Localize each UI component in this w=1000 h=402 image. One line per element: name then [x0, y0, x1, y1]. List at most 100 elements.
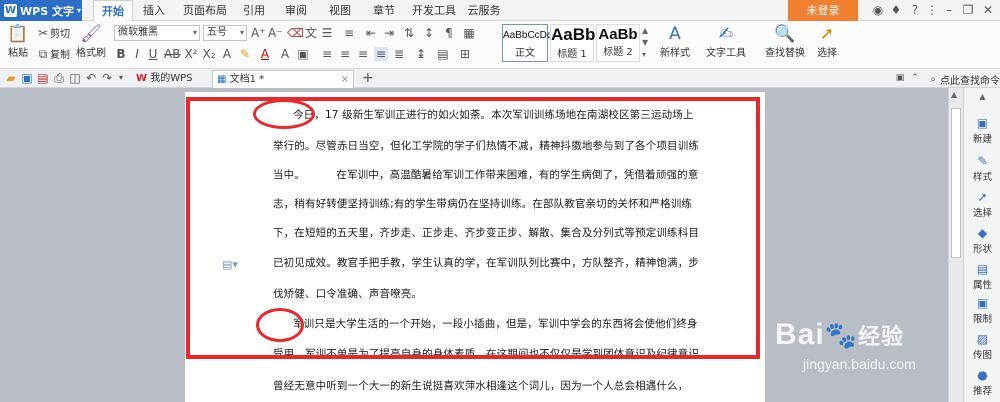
font-name-select[interactable]: 微软雅黑 ▾: [114, 25, 200, 41]
text-tools-button[interactable]: ✍ 文字工具: [704, 24, 748, 59]
document-page[interactable]: 今日，17 级新生军训正进行的如火如荼。本次军训训练场地在南湖校区第三运动场上 …: [185, 92, 765, 402]
tab-references[interactable]: 引用: [240, 0, 268, 21]
highlight-icon[interactable]: ✎: [238, 47, 252, 61]
align-right-icon[interactable]: ≡: [356, 47, 370, 61]
grow-font-icon[interactable]: A⁺: [251, 26, 266, 40]
login-button[interactable]: 未登录: [788, 0, 858, 21]
format-painter-label: 格式刷: [76, 48, 106, 59]
taskpane-styles[interactable]: ✎ 样式: [964, 154, 1000, 183]
underline-icon[interactable]: U: [146, 47, 160, 61]
taskpane-label: 属性: [972, 280, 992, 291]
style-normal[interactable]: AaBbCcDd 正文: [502, 24, 552, 62]
redo-icon[interactable]: ↷: [100, 71, 114, 85]
quick-access-bar: ▰ ▣ ▤ ⎙ ◫ ↶ ↷ ▾ W 我的WPS × ▦ 文档1 * × + ▣ …: [0, 69, 1000, 101]
borders-icon[interactable]: ▦: [462, 26, 476, 40]
app-menu-button[interactable]: W WPS 文字 ▾: [0, 0, 82, 21]
image-icon: ▨: [976, 332, 989, 346]
taskpane-select[interactable]: ➚ 选择: [964, 190, 1000, 219]
taskpane-shapes[interactable]: ◆ 形状: [964, 226, 1000, 255]
options-icon[interactable]: ⋮: [924, 2, 940, 18]
chevron-down-icon[interactable]: ▾: [114, 71, 128, 85]
minimize-icon[interactable]: –: [941, 2, 957, 18]
bold-icon[interactable]: B: [114, 47, 128, 61]
justify-icon[interactable]: ≡: [374, 47, 388, 61]
strikethrough-icon[interactable]: AB: [164, 47, 180, 61]
tab-developer[interactable]: 开发工具: [412, 0, 456, 21]
new-style-button[interactable]: A 新样式: [656, 24, 694, 59]
pinyin-icon[interactable]: 文: [304, 26, 318, 40]
text-effect-icon[interactable]: A: [220, 47, 234, 61]
tab-list-icon[interactable]: ▣: [893, 71, 907, 85]
tshirt-icon[interactable]: ♦: [888, 2, 904, 18]
find-replace-label: 查找替换: [765, 48, 805, 59]
char-border-icon[interactable]: A: [278, 47, 292, 61]
ribbon-toolbar: 📋 粘贴 ✂ 剪切 ⧉ 复制 🖌 格式刷 微软雅黑 ▾ 五号 ▾ A⁺ A⁻ ⌫…: [0, 21, 1000, 69]
font-color-icon[interactable]: A: [258, 47, 272, 61]
restore-icon[interactable]: ❐: [960, 2, 976, 18]
distribute-icon[interactable]: ≣: [392, 47, 406, 61]
tab-review[interactable]: 审阅: [282, 0, 310, 21]
tab-section[interactable]: 章节: [370, 0, 398, 21]
italic-icon[interactable]: I: [130, 47, 144, 61]
taskpane-properties[interactable]: ▤ 属性: [964, 262, 1000, 291]
bullets-icon[interactable]: ☰: [320, 26, 334, 40]
clear-format-icon[interactable]: ⌫: [287, 26, 304, 40]
tab-page-layout[interactable]: 页面布局: [178, 0, 232, 21]
char-shading-icon[interactable]: ▣: [296, 47, 310, 61]
close-icon[interactable]: ✕: [980, 2, 996, 18]
line-spacing-icon[interactable]: ↨: [414, 47, 428, 61]
new-tab-icon[interactable]: +: [362, 70, 374, 86]
align-center-icon[interactable]: ≡: [338, 47, 352, 61]
scrollbar-thumb[interactable]: [951, 108, 961, 258]
superscript-icon[interactable]: X²: [184, 47, 198, 61]
tab-view[interactable]: 视图: [326, 0, 354, 21]
format-painter-button[interactable]: 🖌 格式刷: [76, 24, 106, 59]
paragraph-layout-icon[interactable]: ▤▾: [222, 258, 238, 271]
taskpane-upload-image[interactable]: ▨ 传图: [964, 332, 1000, 361]
command-search[interactable]: ⌕ 点此查找命令: [926, 72, 1000, 88]
paste-icon: 📋: [7, 24, 29, 44]
cut-button[interactable]: ✂ 剪切: [36, 25, 70, 41]
print-preview-icon[interactable]: ◫: [68, 71, 82, 85]
paste-button[interactable]: 📋 粘贴: [6, 24, 30, 59]
save-icon[interactable]: ▣: [20, 71, 34, 85]
decrease-indent-icon[interactable]: ⇤: [364, 26, 378, 40]
tab-my-wps[interactable]: W 我的WPS ×: [132, 70, 208, 101]
minimize-ribbon-icon[interactable]: ⌃: [908, 71, 922, 85]
styles-scroll[interactable]: ▲ ▼ ▾: [642, 25, 648, 61]
close-tab-icon[interactable]: ×: [341, 71, 349, 88]
help-icon[interactable]: ?: [907, 2, 923, 18]
style-heading-2[interactable]: AaBb 标题 2: [596, 24, 640, 62]
chevron-up-icon[interactable]: ▲: [964, 92, 1000, 101]
scroll-up-icon[interactable]: ▲: [951, 90, 957, 99]
tab-document-1[interactable]: ▦ 文档1 * ×: [212, 70, 354, 88]
tab-insert[interactable]: 插入: [138, 0, 170, 21]
taskpane-recommend[interactable]: ● 推荐: [964, 368, 1000, 397]
subscript-icon[interactable]: X₂: [202, 47, 216, 61]
show-marks-icon[interactable]: ¶: [442, 26, 456, 40]
copy-button[interactable]: ⧉ 复制: [36, 46, 70, 62]
chinese-layout-icon[interactable]: ⇅: [402, 26, 416, 40]
tab-cloud[interactable]: 云服务: [464, 0, 504, 21]
tab-home[interactable]: 开始: [93, 0, 133, 21]
print-icon[interactable]: ⎙: [52, 71, 66, 85]
watermark-logo-text: Bai: [775, 318, 825, 351]
numbering-icon[interactable]: ≡: [342, 26, 356, 40]
taskpane-restrict[interactable]: ▣ 限制: [964, 296, 1000, 325]
sort-icon[interactable]: ↕: [422, 26, 436, 40]
undo-icon[interactable]: ↶: [84, 71, 98, 85]
style-heading-1[interactable]: AaBb 标题 1: [550, 24, 595, 62]
document-icon: ▦: [217, 74, 227, 85]
find-replace-button[interactable]: 🔍 查找替换: [762, 24, 808, 59]
select-button[interactable]: ➚ 选择: [812, 24, 842, 59]
export-pdf-icon[interactable]: ▤: [36, 71, 50, 85]
skin-icon[interactable]: ◉: [870, 2, 886, 18]
taskpane-new[interactable]: ▣ 新建: [964, 116, 1000, 145]
shading-icon[interactable]: ▤: [436, 47, 450, 61]
open-folder-icon[interactable]: ▰: [4, 71, 18, 85]
shrink-font-icon[interactable]: A⁻: [268, 26, 283, 40]
align-left-icon[interactable]: ≡: [320, 47, 334, 61]
table-border-icon[interactable]: ⊞: [458, 47, 472, 61]
increase-indent-icon[interactable]: ⇥: [382, 26, 396, 40]
font-size-select[interactable]: 五号 ▾: [203, 25, 247, 41]
